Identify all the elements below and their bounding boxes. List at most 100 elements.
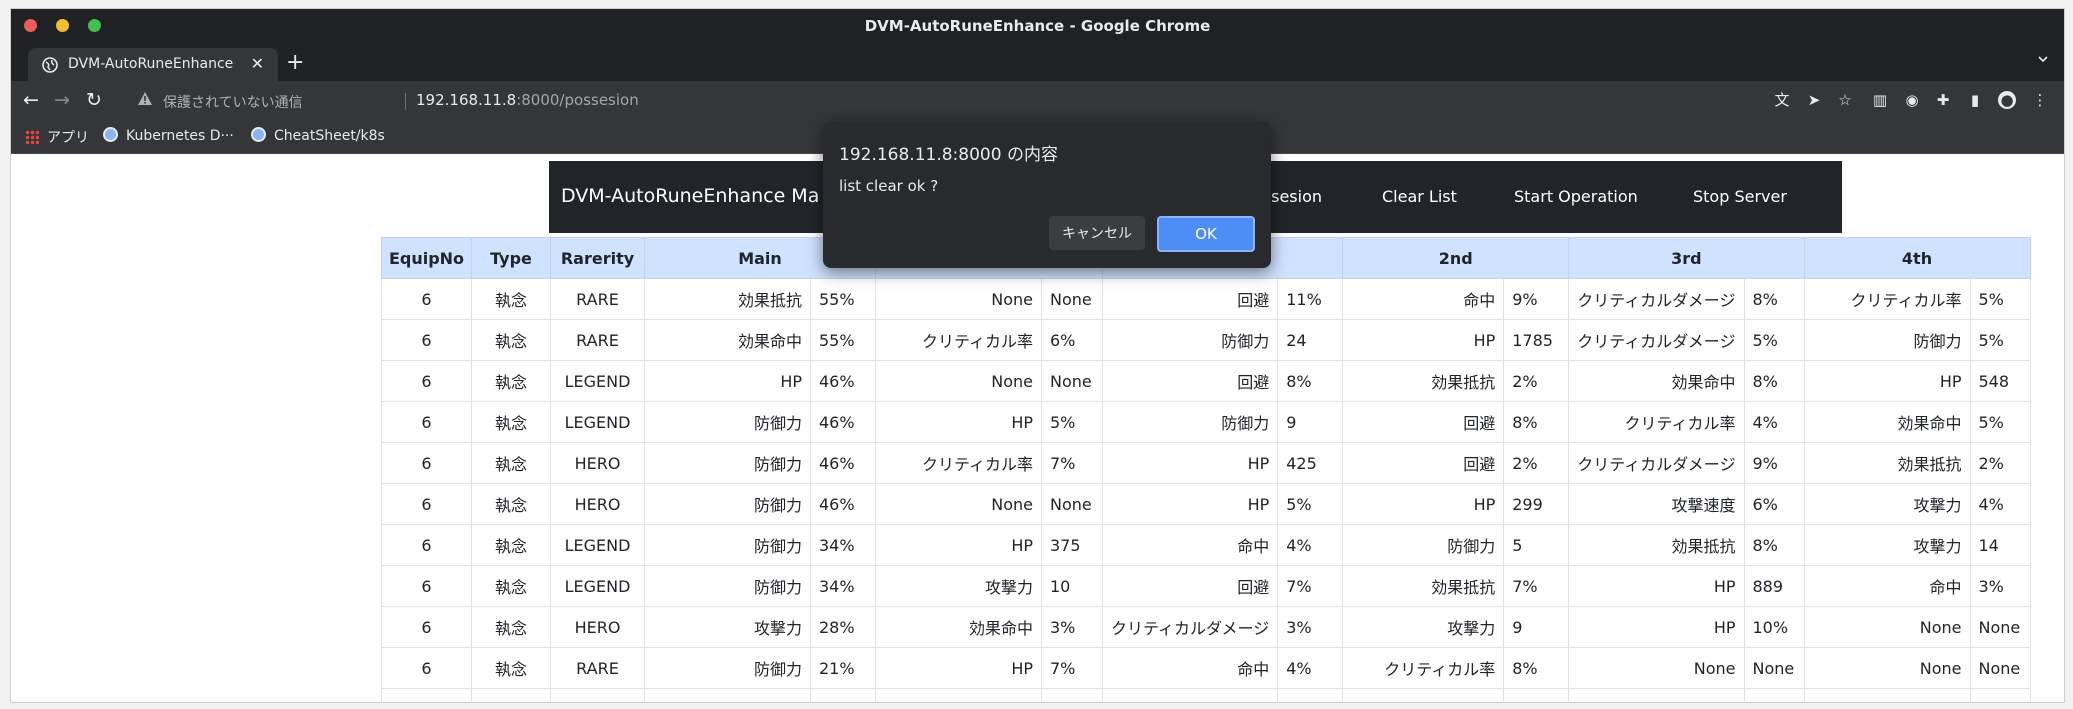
table-cell: 効果命中 xyxy=(644,319,811,361)
table-cell: HP xyxy=(1568,565,1745,607)
profile-avatar-icon[interactable]: ● xyxy=(1998,91,2016,109)
reload-icon[interactable]: ↻ xyxy=(86,89,102,111)
table-cell: 執念 xyxy=(471,319,551,361)
table-cell: 8% xyxy=(1743,360,1805,402)
cancel-button[interactable]: キャンセル xyxy=(1049,216,1145,250)
table-cell: LEGEND xyxy=(550,360,645,402)
table-cell: RARE xyxy=(550,278,645,320)
table-cell: クリティカルダメージ xyxy=(1568,442,1745,484)
table-cell: 5% xyxy=(1041,401,1103,443)
column-header: Type xyxy=(471,237,551,279)
table-cell: クリティカルダメージ xyxy=(1101,606,1279,648)
table-cell: 34% xyxy=(810,524,876,566)
table-cell: 6 xyxy=(381,647,472,689)
puzzle-icon[interactable]: ✚ xyxy=(1934,91,1952,109)
table-cell: 9% xyxy=(1743,442,1805,484)
table-cell: 執念 xyxy=(471,401,551,443)
address-bar[interactable]: 保護されていない通信 192.168.11.8:8000/possesion xyxy=(123,85,1773,117)
table-cell: 55% xyxy=(810,278,876,320)
table-cell: 執念 xyxy=(471,524,551,566)
table-cell: 46% xyxy=(810,360,876,402)
bookmark-label: Kubernetes D··· xyxy=(126,128,234,144)
table-cell: 14 xyxy=(1969,524,2031,566)
table-cell: クリティカル率 xyxy=(1342,688,1505,702)
tab-strip: DVM-AutoRuneEnhance ✕ + xyxy=(11,45,2064,81)
send-icon[interactable]: ➤ xyxy=(1805,91,1823,109)
table-cell: 8% xyxy=(1743,524,1805,566)
table-cell: 7% xyxy=(1041,647,1103,689)
table-cell: RARE xyxy=(550,647,645,689)
table-cell: 執念 xyxy=(471,442,551,484)
new-tab-button[interactable]: + xyxy=(286,50,304,75)
tab-search-icon[interactable] xyxy=(2036,52,2050,66)
column-header: EquipNo xyxy=(381,237,472,279)
security-status-text[interactable]: 保護されていない通信 xyxy=(163,92,303,112)
tab-active[interactable]: DVM-AutoRuneEnhance ✕ xyxy=(28,48,278,81)
table-cell: 防御力 xyxy=(644,401,811,443)
table-cell: 5% xyxy=(1277,483,1344,525)
table-cell: クリティカル率 xyxy=(875,442,1042,484)
table-cell: 46% xyxy=(810,688,876,702)
table-cell: 9 xyxy=(1277,401,1344,443)
table-cell: None xyxy=(875,688,1042,702)
url-text[interactable]: 192.168.11.8:8000/possesion xyxy=(416,91,639,109)
nav-stop-server[interactable]: Stop Server xyxy=(1693,187,1787,206)
table-cell: 攻撃力 xyxy=(644,688,811,702)
favicon-icon xyxy=(251,127,266,142)
table-cell: 命中 xyxy=(1342,278,1505,320)
table-cell: 3% xyxy=(1041,606,1103,648)
browser-toolbar: ← → ↻ 保護されていない通信 192.168.11.8:8000/posse… xyxy=(11,81,2064,121)
table-cell: 375 xyxy=(1041,524,1103,566)
table-cell: 8% xyxy=(1503,647,1570,689)
nav-clear-list[interactable]: Clear List xyxy=(1382,187,1457,206)
table-cell: クリティカルダメージ xyxy=(1568,278,1745,320)
table-cell: 13 xyxy=(1743,688,1805,702)
table-cell: HP xyxy=(1342,483,1505,525)
table-cell: 8% xyxy=(1277,360,1344,402)
table-cell: 2% xyxy=(1503,442,1570,484)
menu-kebab-icon[interactable]: ⋮ xyxy=(2031,91,2049,109)
table-row: 6 執念 RARE 防御力 21% HP 7% 命中 4% クリティカル率 8% None None No… xyxy=(381,647,2031,689)
table-cell: 548 xyxy=(1969,360,2031,402)
table-cell: 決意 xyxy=(471,688,551,702)
bookmark-apps[interactable]: アプリ xyxy=(25,127,89,147)
bookmark-kubernetes[interactable]: Kubernetes D··· xyxy=(103,127,234,144)
table-cell: 効果命中 xyxy=(875,606,1042,648)
table-cell: クリティカル率 xyxy=(1342,647,1505,689)
bookmark-star-icon[interactable]: ☆ xyxy=(1836,91,1854,109)
table-cell: 攻撃力 xyxy=(1803,524,1971,566)
back-arrow-icon[interactable]: ← xyxy=(23,89,39,111)
table-cell: None xyxy=(1568,647,1745,689)
table-cell: 回避 xyxy=(1101,278,1279,320)
table-cell: 299 xyxy=(1503,483,1570,525)
table-cell: 命中 xyxy=(1803,565,1971,607)
forward-arrow-icon[interactable]: → xyxy=(54,89,70,111)
nav-start-operation[interactable]: Start Operation xyxy=(1514,187,1638,206)
table-cell: 6 xyxy=(381,688,472,702)
bookmark-cheatsheet[interactable]: CheatSheet/k8s xyxy=(251,127,385,144)
table-cell: HERO xyxy=(550,442,645,484)
extension-circle-icon[interactable]: ◉ xyxy=(1903,91,1921,109)
table-cell: 28% xyxy=(810,606,876,648)
table-cell: 34% xyxy=(810,565,876,607)
tab-close-icon[interactable]: ✕ xyxy=(251,54,264,73)
table-cell: 425 xyxy=(1277,442,1344,484)
table-cell: 6 xyxy=(381,442,472,484)
table-cell: None xyxy=(1743,647,1805,689)
table-row: 6 執念 LEGEND 防御力 34% HP 375 命中 4% 防御力 5 効果抵抗 8% 攻撃力 14 xyxy=(381,524,2031,566)
table-cell: 効果抵抗 xyxy=(1342,565,1505,607)
table-cell: 攻撃力 xyxy=(644,606,811,648)
table-cell: None xyxy=(1041,278,1103,320)
side-panel-icon[interactable]: ▮ xyxy=(1966,91,1984,109)
column-header: Rarerity xyxy=(550,237,645,279)
ok-button[interactable]: OK xyxy=(1157,216,1255,252)
table-cell: 7% xyxy=(1969,688,2031,702)
translate-icon[interactable]: 文 xyxy=(1773,91,1791,109)
table-cell: 執念 xyxy=(471,606,551,648)
chart-extension-icon[interactable]: ▥ xyxy=(1871,91,1889,109)
table-cell: 7% xyxy=(1503,688,1570,702)
table-cell: 執念 xyxy=(471,278,551,320)
table-cell: 7% xyxy=(1277,565,1344,607)
app-brand[interactable]: DVM-AutoRuneEnhance Ma xyxy=(561,185,819,207)
table-cell: 6 xyxy=(381,565,472,607)
